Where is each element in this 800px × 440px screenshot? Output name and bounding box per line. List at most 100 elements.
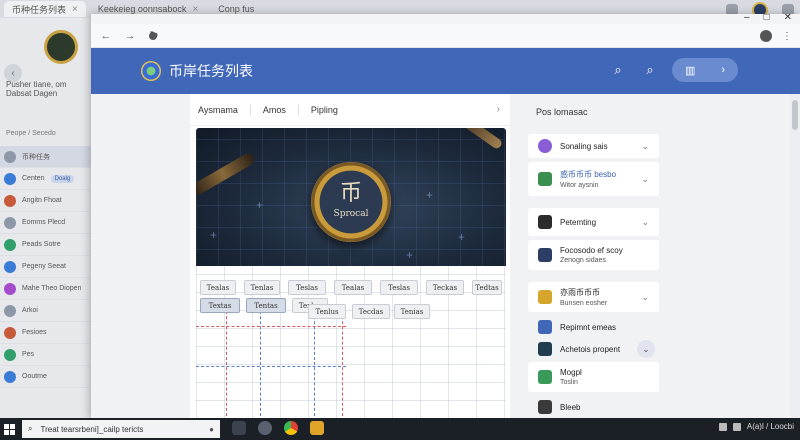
right-list-item[interactable]: Sonaling sais ⌄ (528, 134, 659, 158)
maximize-icon[interactable]: □ (764, 14, 770, 23)
background-sidebar: ‹ Pusher tiane, om Dabsat Dagen Peope / … (0, 18, 92, 418)
right-panel: Pos lomasac Sonaling sais ⌄ 惑币币币 besbo Wi… (528, 94, 668, 419)
grid-line (342, 306, 343, 416)
menu-kebab-icon[interactable]: ⋮ (782, 31, 792, 42)
tag-chip[interactable]: Tenias (394, 304, 430, 319)
profile-icon[interactable] (760, 30, 772, 42)
tag-chip[interactable]: Tecdas (352, 304, 390, 319)
tag-chip[interactable]: Tenlus (308, 304, 346, 319)
chevron-right-icon[interactable]: › (497, 104, 500, 115)
sidebar-item[interactable]: Angitn Fhoat (0, 190, 91, 212)
sidebar-section-label: Peope / Secedo (6, 130, 56, 137)
windows-icon (3, 423, 15, 435)
item-sublabel: Witor aysnin (560, 182, 599, 189)
tag-chip[interactable]: Tealas (200, 280, 236, 295)
tray-icon[interactable] (732, 422, 741, 431)
background-tab[interactable]: 币种任务列表 × (4, 1, 86, 17)
browser-window: – □ ✕ ← → ↻ ⋮ 币岸任务列表 ⌕ ⌕ ▥ › Aysmama Amo… (91, 14, 800, 419)
start-button[interactable] (0, 418, 18, 440)
tag-chip[interactable]: Textas (200, 298, 240, 313)
chevron-down-icon[interactable]: ⌄ (641, 174, 649, 185)
right-list-item[interactable]: Petemting ⌄ (528, 208, 659, 236)
chevron-down-icon[interactable]: ⌄ (641, 292, 649, 303)
item-sublabel: Zenogn sidaes (560, 257, 606, 264)
item-label: 亦雨币币币 (560, 288, 600, 297)
sidebar-item[interactable]: Peads Sotre (0, 234, 91, 256)
stats-pill-button[interactable]: ▥ › (672, 58, 738, 82)
tag-chip[interactable]: Tedtas (472, 280, 502, 295)
chart-icon (538, 172, 552, 186)
pen-decoration (196, 151, 257, 197)
app-logo (44, 30, 78, 64)
sidebar-item[interactable]: Pegeny Seeat (0, 256, 91, 278)
search-icon[interactable]: ⌕ (608, 60, 628, 80)
task-view-icon[interactable] (232, 421, 246, 435)
app-icon[interactable] (258, 421, 272, 435)
sidebar-item[interactable]: 币种任务 (0, 146, 91, 168)
scrollbar-thumb[interactable] (792, 100, 798, 130)
grid-line (226, 306, 227, 416)
tab-amos[interactable]: Amos (249, 104, 298, 115)
sidebar-item-label: Peads Sotre (22, 241, 61, 248)
circle-icon (4, 326, 16, 339)
right-list-item[interactable]: Bleeb (528, 396, 659, 418)
tab-aysmama[interactable]: Aysmama (198, 105, 250, 115)
chevron-down-icon[interactable]: ⌄ (641, 141, 649, 152)
search-icon[interactable]: ⌕ (640, 60, 660, 80)
close-icon[interactable]: ✕ (784, 14, 792, 23)
right-list-item[interactable]: 亦雨币币币 Bunsen eosher ⌄ (528, 282, 659, 312)
tag-chip[interactable]: Teslas (380, 280, 418, 295)
right-list-item[interactable]: Achetois propent ⌄ (528, 338, 659, 360)
sidebar-item[interactable]: Mahe Theo Diopen (0, 278, 91, 300)
plant-icon (538, 370, 552, 384)
address-bar[interactable] (143, 28, 768, 44)
tab-pipling[interactable]: Pipling (297, 104, 350, 115)
browser-toolbar: ← → ↻ ⋮ (91, 24, 800, 48)
sidebar-item[interactable]: Ooutme (0, 366, 91, 388)
window-title-bar (91, 14, 800, 24)
chevron-down-icon[interactable]: ⌄ (637, 340, 655, 358)
background-tab-label: Conp fus (218, 4, 255, 14)
file-explorer-icon[interactable] (310, 421, 324, 435)
right-list-item[interactable]: Mogpl Toslin (528, 362, 659, 392)
monitor-icon (538, 342, 552, 356)
sidebar-item[interactable]: Pes (0, 344, 91, 366)
sidebar-item[interactable]: Fesioes (0, 322, 91, 344)
header-actions: ⌕ ⌕ ▥ › (608, 58, 738, 82)
sidebar-item[interactable]: Eomms Plecd (0, 212, 91, 234)
tray-icon[interactable] (718, 422, 727, 431)
right-list-item[interactable]: 惑币币币 besbo Witor aysnin ⌄ (528, 162, 659, 196)
grid-line (196, 366, 346, 367)
chrome-icon[interactable] (284, 421, 298, 435)
sidebar-item[interactable]: Centen Doalg (0, 168, 91, 190)
right-list-item[interactable]: Focosodo ef scoy Zenogn sidaes (528, 240, 659, 270)
grid-line (314, 306, 315, 416)
tag-chip[interactable]: Tenlas (244, 280, 280, 295)
sidebar-item[interactable]: Arkoi (0, 300, 91, 322)
app-header: 币岸任务列表 ⌕ ⌕ ▥ › (91, 48, 800, 94)
back-arrow-icon[interactable]: ← (99, 30, 113, 42)
coin-glyph: 币 (339, 181, 362, 206)
sidebar-item-label: Ooutme (22, 373, 47, 380)
tag-chip[interactable]: Teckas (426, 280, 464, 295)
forward-arrow-icon[interactable]: → (123, 30, 137, 42)
app-logo (141, 61, 161, 81)
microphone-icon[interactable]: ● (209, 425, 214, 434)
close-icon[interactable]: × (192, 4, 198, 15)
minimize-icon[interactable]: – (744, 14, 750, 23)
close-icon[interactable]: × (72, 4, 78, 15)
scrollbar[interactable] (790, 94, 800, 419)
item-label: Petemting (560, 217, 597, 227)
sidebar-item-label: Arkoi (22, 307, 38, 314)
item-label: Achetois propent (560, 344, 621, 354)
taskbar-search[interactable]: ⌕ Treat tearsrbeni]_cailp tericts ● (22, 420, 220, 438)
grid-line (196, 326, 346, 327)
chevron-down-icon[interactable]: ⌄ (641, 217, 649, 228)
tag-chip[interactable]: Tealas (334, 280, 372, 295)
tag-chip[interactable]: Teslas (288, 280, 326, 295)
plus-decoration: + (406, 248, 414, 262)
window-controls: – □ ✕ (744, 14, 792, 23)
right-list-item[interactable]: Repimnt emeas (528, 318, 659, 336)
tag-chip[interactable]: Tentas (246, 298, 286, 313)
circle-icon (4, 282, 16, 295)
